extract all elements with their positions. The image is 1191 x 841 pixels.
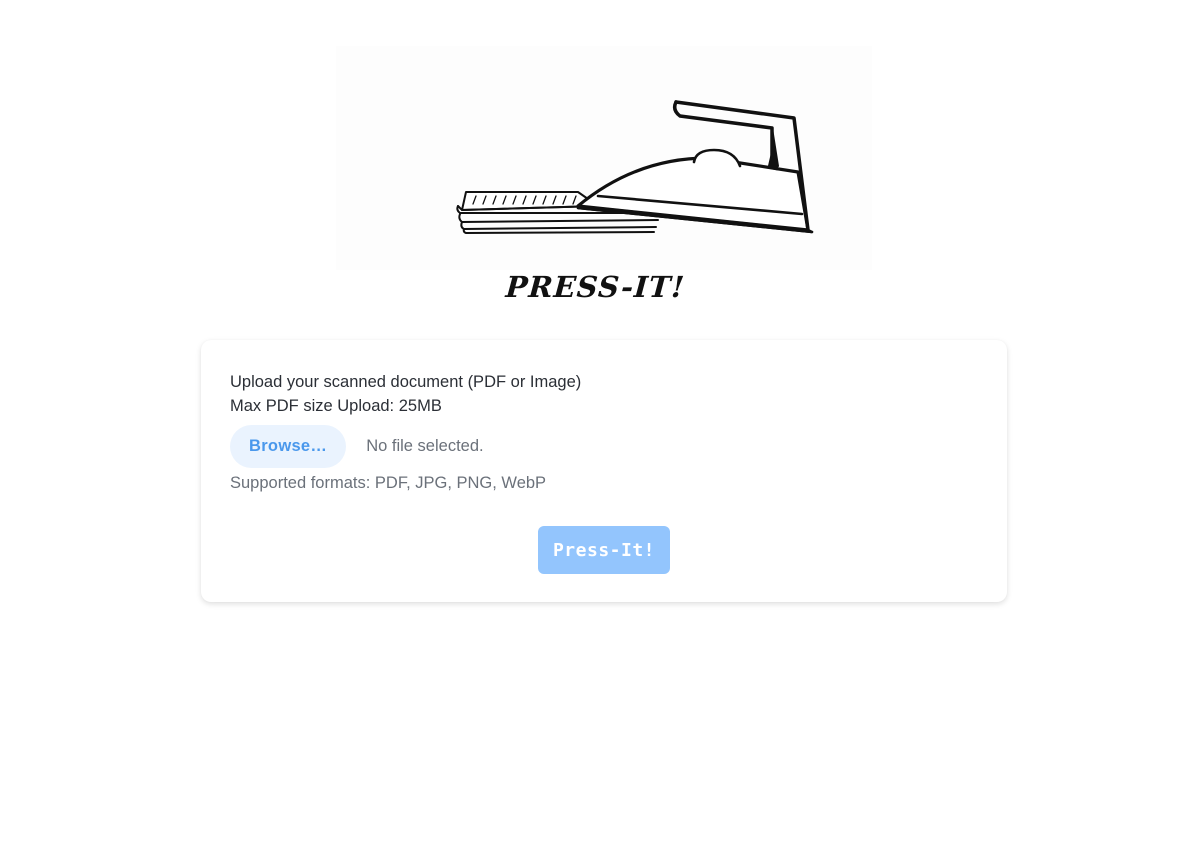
upload-card: Upload your scanned document (PDF or Ima… (201, 340, 1007, 602)
max-size-text: Max PDF size Upload: 25MB (230, 397, 442, 415)
app-title: PRESS-IT! (504, 270, 687, 304)
file-input: Browse… No file selected. (230, 425, 484, 468)
supported-formats-text: Supported formats: PDF, JPG, PNG, WebP (230, 474, 547, 492)
file-status-text: No file selected. (366, 437, 484, 455)
upload-instructions: Upload your scanned document (PDF or Ima… (230, 370, 581, 418)
upload-instruction-text: Upload your scanned document (PDF or Ima… (230, 373, 582, 391)
iron-illustration-icon (336, 46, 872, 270)
page: PRESS-IT! Upload your scanned document (… (0, 0, 1191, 841)
browse-button[interactable]: Browse… (230, 425, 347, 468)
press-it-button[interactable]: Press-It! (538, 526, 670, 574)
